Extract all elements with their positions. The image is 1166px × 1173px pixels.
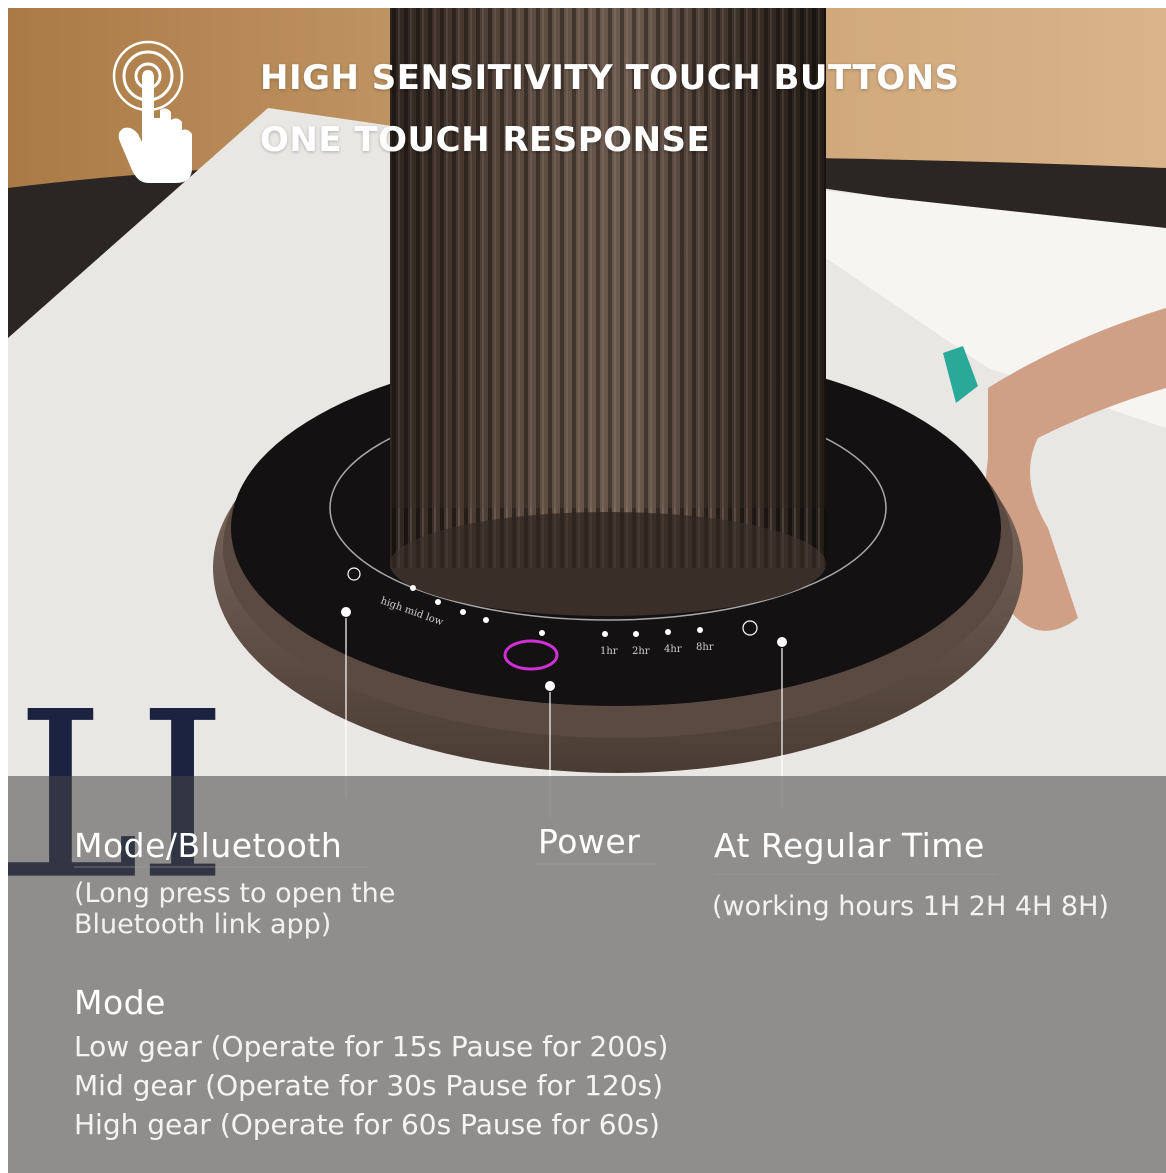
- mode-bluetooth-desc-line2: Bluetooth link app): [74, 909, 332, 940]
- power-label: Power: [538, 822, 641, 861]
- mode-low-gear: Low gear (Operate for 15s Pause for 200s…: [74, 1030, 669, 1063]
- mode-bluetooth-desc-line1: (Long press to open the: [74, 878, 396, 909]
- svg-text:8hr: 8hr: [696, 642, 714, 653]
- product-image: ITOH 1hr 2hr 4hr 8hr high mid low: [8, 8, 1166, 1173]
- headline-line2: ONE TOUCH RESPONSE: [260, 120, 711, 160]
- timer-touch-point[interactable]: [777, 637, 787, 647]
- regular-time-label: At Regular Time: [714, 826, 985, 865]
- mode-bluetooth-label: Mode/Bluetooth: [74, 826, 343, 865]
- mode-mid-gear: Mid gear (Operate for 30s Pause for 120s…: [74, 1069, 664, 1102]
- hand-touch-icon: [112, 40, 192, 183]
- mode-touch-point[interactable]: [341, 607, 351, 617]
- svg-text:1hr: 1hr: [600, 646, 618, 657]
- regular-time-desc: (working hours 1H 2H 4H 8H): [712, 891, 1109, 922]
- mode-title: Mode: [74, 983, 166, 1022]
- headline-line1: HIGH SENSITIVITY TOUCH BUTTONS: [260, 58, 960, 98]
- mode-high-gear: High gear (Operate for 60s Pause for 60s…: [74, 1108, 660, 1141]
- svg-text:4hr: 4hr: [664, 644, 682, 655]
- power-touch-point[interactable]: [545, 681, 555, 691]
- svg-text:2hr: 2hr: [632, 646, 650, 657]
